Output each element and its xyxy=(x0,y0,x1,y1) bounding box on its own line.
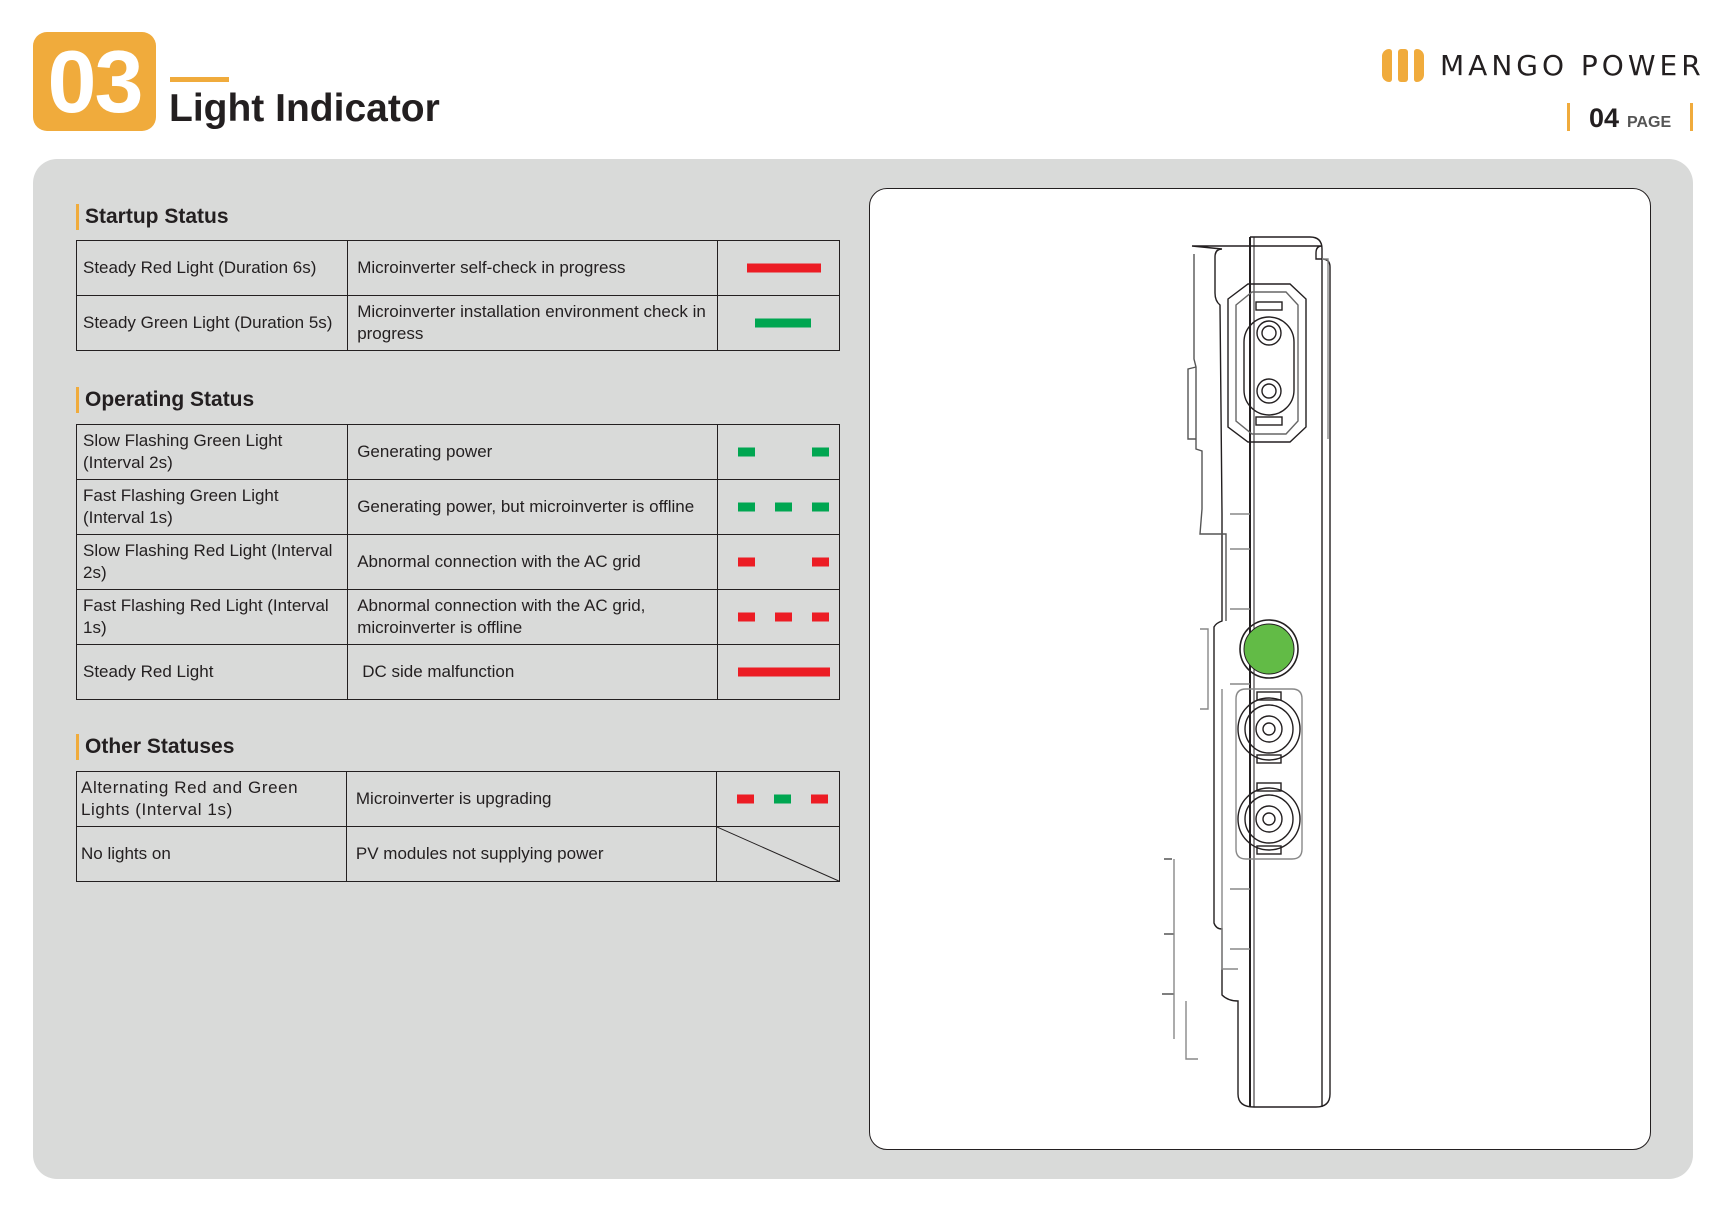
red-dash-icon xyxy=(737,557,755,567)
light-cell: Slow Flashing Red Light (Interval 2s) xyxy=(75,534,349,590)
red-dash-icon xyxy=(811,794,829,804)
indicator-cell xyxy=(716,771,840,827)
indicator-cell xyxy=(716,240,841,296)
indicator-cell xyxy=(716,424,841,480)
table-row: Fast Flashing Green Light (Interval 1s) … xyxy=(75,479,841,535)
light-text: Steady Green Light (Duration 5s) xyxy=(83,313,333,332)
meaning-cell: PV modules not supplying power xyxy=(345,826,718,882)
light-cell: No lights on xyxy=(76,826,347,882)
page-label: PAGE xyxy=(1627,114,1672,131)
table-row: Steady Red Light DC side malfunction xyxy=(75,644,841,700)
other-status-table: Alternating Red and Green Lights (Interv… xyxy=(76,771,840,882)
no-light-diagonal-icon xyxy=(717,827,839,881)
indicator-cell xyxy=(716,644,841,700)
steady-red-indicator xyxy=(737,667,830,677)
green-dash-icon xyxy=(774,502,792,512)
light-cell: Fast Flashing Green Light (Interval 1s) xyxy=(75,479,349,535)
operating-status-table: Slow Flashing Green Light (Interval 2s) … xyxy=(75,424,841,700)
table-row: Steady Green Light (Duration 5s) Microin… xyxy=(75,295,841,351)
indicator-cell xyxy=(716,826,840,882)
brand-name: MANGO POWER xyxy=(1440,49,1705,82)
red-dash-icon xyxy=(811,612,829,622)
light-cell: Slow Flashing Green Light (Interval 2s) xyxy=(75,424,349,480)
meaning-cell: Abnormal connection with the AC grid xyxy=(347,534,718,590)
green-dash-icon xyxy=(811,447,829,457)
indicator-cell xyxy=(716,295,841,351)
steady-red-indicator xyxy=(746,263,821,273)
meaning-cell: Microinverter installation environment c… xyxy=(347,295,718,351)
meaning-cell: Microinverter self-check in progress xyxy=(347,240,718,296)
red-dash-icon xyxy=(737,612,755,622)
steady-green-indicator xyxy=(754,318,811,328)
device-illustration-frame xyxy=(869,188,1651,1150)
green-dash-icon xyxy=(774,794,792,804)
section-title-operating: Operating Status xyxy=(76,387,254,413)
green-dash-icon xyxy=(811,502,829,512)
red-dash-icon xyxy=(811,557,829,567)
light-cell: Fast Flashing Red Light (Interval 1s) xyxy=(75,589,349,645)
table-row: Steady Red Light (Duration 6s) Microinve… xyxy=(75,240,841,296)
meaning-cell: Abnormal connection with the AC grid, mi… xyxy=(347,589,718,645)
status-led-icon xyxy=(1243,623,1295,675)
page-indicator: 04 PAGE xyxy=(1567,103,1695,135)
red-dash-icon xyxy=(737,794,755,804)
brand-logo: MANGO POWER xyxy=(1382,49,1705,82)
table-row: No lights on PV modules not supplying po… xyxy=(76,826,840,882)
section-number-badge: 03 xyxy=(33,32,156,131)
light-cell: Steady Red Light (Duration 6s) xyxy=(75,240,349,296)
section-title-other: Other Statuses xyxy=(76,734,234,760)
table-row: Fast Flashing Red Light (Interval 1s) Ab… xyxy=(75,589,841,645)
meaning-cell: Generating power xyxy=(347,424,718,480)
title-accent-bar xyxy=(170,77,229,82)
table-row: Slow Flashing Green Light (Interval 2s) … xyxy=(75,424,841,480)
light-cell: Steady Green Light (Duration 5s) xyxy=(75,295,349,351)
meaning-cell: Microinverter is upgrading xyxy=(345,771,718,827)
section-title-startup: Startup Status xyxy=(76,204,229,230)
page-title: Light Indicator xyxy=(169,87,440,130)
light-cell: Alternating Red and Green Lights (Interv… xyxy=(76,771,347,827)
red-dash-icon xyxy=(774,612,792,622)
green-dash-icon xyxy=(737,502,755,512)
meaning-cell: DC side malfunction xyxy=(347,644,718,700)
light-cell: Steady Red Light xyxy=(75,644,349,700)
meaning-text: DC side malfunction xyxy=(362,662,515,681)
table-row: Slow Flashing Red Light (Interval 2s) Ab… xyxy=(75,534,841,590)
table-row: Alternating Red and Green Lights (Interv… xyxy=(76,771,840,827)
logo-mark-icon xyxy=(1382,49,1424,82)
microinverter-side-view-illustration xyxy=(1162,236,1331,1108)
indicator-cell xyxy=(716,589,841,645)
page-number: 04 xyxy=(1589,103,1620,133)
green-dash-icon xyxy=(737,447,755,457)
indicator-cell xyxy=(716,534,841,590)
startup-status-table: Steady Red Light (Duration 6s) Microinve… xyxy=(75,240,841,351)
meaning-cell: Generating power, but microinverter is o… xyxy=(347,479,718,535)
indicator-cell xyxy=(716,479,841,535)
page-divider-left xyxy=(1567,103,1570,131)
page-divider-right xyxy=(1690,103,1693,131)
